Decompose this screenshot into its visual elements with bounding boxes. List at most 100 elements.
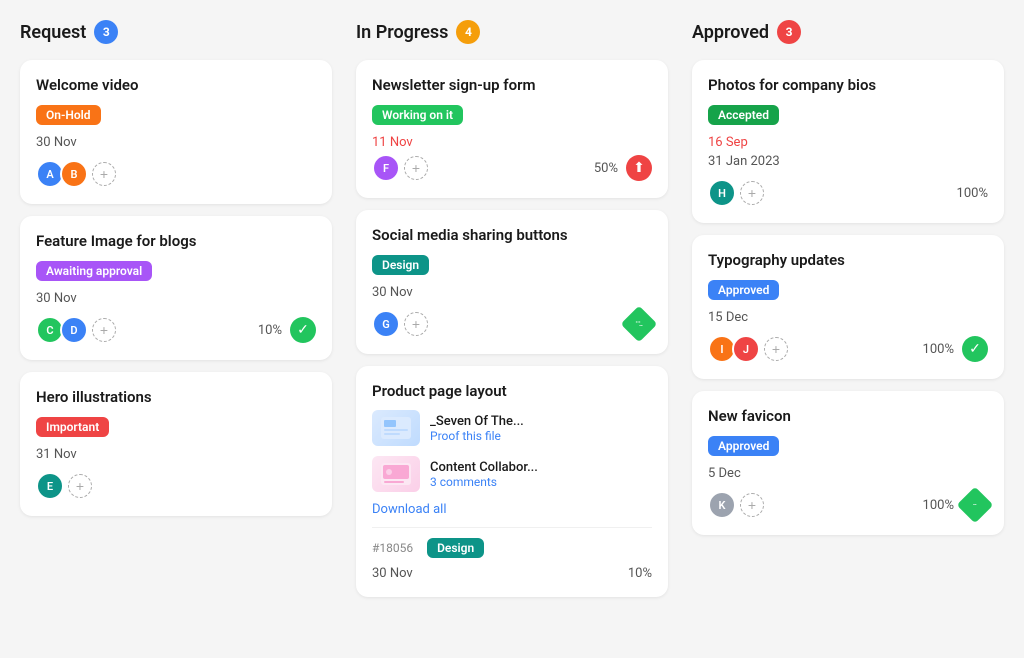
tag-design-social: Design: [372, 255, 429, 275]
avatar-5: E: [36, 472, 64, 500]
percent-typography: 100%: [923, 342, 954, 357]
column-approved: Approved 3 Photos for company bios Accep…: [692, 20, 1004, 609]
file-preview-icon-2: [381, 463, 411, 485]
tag-awaiting-approval: Awaiting approval: [36, 261, 152, 281]
card-footer-hero: E +: [36, 472, 316, 500]
file-info-2: Content Collabor... 3 comments: [430, 460, 652, 489]
proof-this-file-link[interactable]: Proof this file: [430, 429, 652, 443]
card-title-feature-image: Feature Image for blogs: [36, 232, 316, 250]
avatar-7: G: [372, 310, 400, 338]
avatar-4: D: [60, 316, 88, 344]
check-icon-feature: ✓: [290, 317, 316, 343]
column-in-progress: In Progress 4 Newsletter sign-up form Wo…: [356, 20, 668, 609]
card-id-row: #18056 Design: [372, 538, 652, 558]
tag-accepted: Accepted: [708, 105, 779, 125]
avatars-social: G +: [372, 310, 428, 338]
avatar-10: J: [732, 335, 760, 363]
card-right-feature: 10% ✓: [258, 317, 316, 343]
file-name-2: Content Collabor...: [430, 460, 652, 475]
column-title-approved: Approved: [692, 22, 769, 43]
file-name-1: _Seven Of The...: [430, 414, 652, 429]
avatars-typography: I J +: [708, 335, 788, 363]
card-footer-photos: H + 100%: [708, 179, 988, 207]
avatars-newsletter: F +: [372, 154, 428, 182]
column-header-approved: Approved 3: [692, 20, 1004, 44]
card-footer-social: G + ···: [372, 310, 652, 338]
tag-on-hold: On-Hold: [36, 105, 101, 125]
card-welcome-video: Welcome video On-Hold 30 Nov A B +: [20, 60, 332, 204]
avatar-2: B: [60, 160, 88, 188]
file-thumb-2: [372, 456, 420, 492]
add-member-button-2[interactable]: +: [92, 318, 116, 342]
add-member-button-3[interactable]: +: [68, 474, 92, 498]
card-right-favicon: 100% ···: [923, 492, 988, 518]
card-footer-typography: I J + 100% ✓: [708, 335, 988, 363]
dots-icon-favicon: ···: [957, 487, 994, 524]
card-right-typography: 100% ✓: [923, 336, 988, 362]
card-feature-image: Feature Image for blogs Awaiting approva…: [20, 216, 332, 360]
add-member-button-8[interactable]: +: [740, 493, 764, 517]
card-footer-welcome-video: A B +: [36, 160, 316, 188]
column-header-request: Request 3: [20, 20, 332, 44]
avatar-11: K: [708, 491, 736, 519]
tag-design-product: Design: [427, 538, 484, 558]
up-red-icon: ⬆: [626, 155, 652, 181]
add-member-button-5[interactable]: +: [404, 312, 428, 336]
percent-photos: 100%: [957, 186, 988, 201]
percent-product: 10%: [628, 566, 652, 581]
card-title-photos: Photos for company bios: [708, 76, 988, 94]
card-right-newsletter: 50% ⬆: [594, 155, 652, 181]
avatars-welcome-video: A B +: [36, 160, 116, 188]
card-new-favicon: New favicon Approved 5 Dec K + 100% ···: [692, 391, 1004, 535]
tag-important: Important: [36, 417, 109, 437]
card-date-feature-image: 30 Nov: [36, 291, 316, 306]
file-info-1: _Seven Of The... Proof this file: [430, 414, 652, 443]
tag-approved-typography: Approved: [708, 280, 779, 300]
card-date-favicon: 5 Dec: [708, 466, 988, 481]
card-title-favicon: New favicon: [708, 407, 988, 425]
card-title-welcome-video: Welcome video: [36, 76, 316, 94]
column-badge-approved: 3: [777, 20, 801, 44]
card-newsletter: Newsletter sign-up form Working on it 11…: [356, 60, 668, 198]
card-title-typography: Typography updates: [708, 251, 988, 269]
avatar-6: F: [372, 154, 400, 182]
card-social-media: Social media sharing buttons Design 30 N…: [356, 210, 668, 354]
card-date-product: 30 Nov: [372, 566, 413, 581]
download-all-link[interactable]: Download all: [372, 502, 652, 517]
card-title-product: Product page layout: [372, 382, 652, 400]
card-footer-newsletter: F + 50% ⬆: [372, 154, 652, 182]
card-right-social: ···: [626, 311, 652, 337]
file-preview-icon-1: [381, 417, 411, 439]
card-date-welcome-video: 30 Nov: [36, 135, 316, 150]
add-member-button-4[interactable]: +: [404, 156, 428, 180]
card-id-label: #18056: [372, 541, 413, 555]
add-member-button-7[interactable]: +: [764, 337, 788, 361]
card-photos-bios: Photos for company bios Accepted 16 Sep …: [692, 60, 1004, 223]
dots-green-icon: ···: [621, 306, 658, 343]
kanban-board: Request 3 Welcome video On-Hold 30 Nov A…: [20, 20, 1004, 609]
column-badge-request: 3: [94, 20, 118, 44]
card-footer-favicon: K + 100% ···: [708, 491, 988, 519]
add-member-button-6[interactable]: +: [740, 181, 764, 205]
tag-working-on-it: Working on it: [372, 105, 463, 125]
card-date-hero: 31 Nov: [36, 447, 316, 462]
card-title-hero: Hero illustrations: [36, 388, 316, 406]
card-typography: Typography updates Approved 15 Dec I J +…: [692, 235, 1004, 379]
card-footer-feature-image: C D + 10% ✓: [36, 316, 316, 344]
card-date-typography: 15 Dec: [708, 310, 988, 325]
card-bottom-product: 30 Nov 10%: [372, 566, 652, 581]
check-icon-typography: ✓: [962, 336, 988, 362]
avatars-hero: E +: [36, 472, 92, 500]
card-title-newsletter: Newsletter sign-up form: [372, 76, 652, 94]
card-date-red-photos: 16 Sep: [708, 135, 988, 150]
percent-favicon: 100%: [923, 498, 954, 513]
avatars-feature-image: C D +: [36, 316, 116, 344]
add-member-button[interactable]: +: [92, 162, 116, 186]
percent-feature-image: 10%: [258, 323, 282, 338]
column-title-in-progress: In Progress: [356, 22, 448, 43]
file-thumb-1: [372, 410, 420, 446]
card-date-newsletter: 11 Nov: [372, 135, 652, 150]
file-comments[interactable]: 3 comments: [430, 475, 652, 489]
column-header-in-progress: In Progress 4: [356, 20, 668, 44]
column-title-request: Request: [20, 22, 86, 43]
